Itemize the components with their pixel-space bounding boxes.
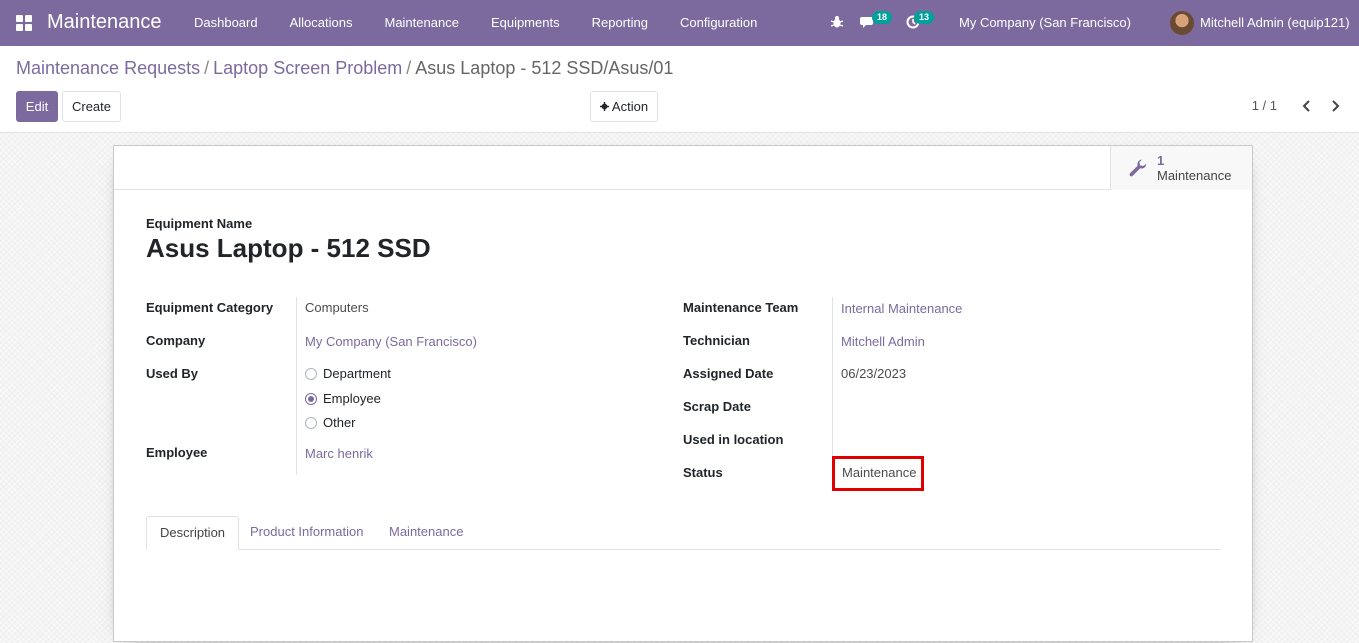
pager-next-icon[interactable]	[1325, 96, 1345, 116]
create-button[interactable]: Create	[62, 91, 121, 122]
maintenance-team-value[interactable]: Internal Maintenance	[841, 301, 962, 316]
equipment-category-label: Equipment Category	[146, 300, 274, 315]
user-menu[interactable]: Mitchell Admin (equip121)	[1200, 15, 1350, 30]
stat-value: 1	[1157, 153, 1165, 168]
breadcrumb-separator: /	[204, 58, 210, 78]
employee-label: Employee	[146, 445, 208, 460]
breadcrumb-current: Asus Laptop - 512 SSD/Asus/01	[415, 58, 674, 78]
gear-icon	[599, 99, 609, 114]
tab-maintenance[interactable]: Maintenance	[376, 516, 476, 550]
radio-label: Other	[323, 415, 356, 430]
breadcrumb-maintenance-requests[interactable]: Maintenance Requests	[16, 58, 200, 78]
app-name[interactable]: Maintenance	[47, 11, 162, 34]
messages-badge: 18	[872, 11, 893, 24]
radio-button[interactable]	[305, 367, 317, 380]
menu-item-reporting[interactable]: Reporting	[576, 0, 664, 46]
tab-product-information[interactable]: Product Information	[237, 516, 376, 550]
action-label: Action	[611, 99, 649, 114]
assigned-date-label: Assigned Date	[683, 366, 774, 381]
debug-icon[interactable]	[830, 15, 844, 29]
right-group-divider	[832, 297, 833, 472]
assigned-date-value: 06/23/2023	[841, 366, 907, 381]
button-box: 1 Maintenance	[114, 146, 1252, 190]
company-switcher[interactable]: My Company (San Francisco)	[959, 15, 1131, 30]
main-menu: Dashboard Allocations Maintenance Equipm…	[178, 0, 773, 46]
control-panel: Maintenance Requests / Laptop Screen Probl…	[0, 46, 1359, 133]
employee-value[interactable]: Marc henrik	[305, 446, 373, 461]
pager-previous-icon[interactable]	[1297, 96, 1317, 116]
menu-item-dashboard[interactable]: Dashboard	[178, 0, 274, 46]
used-by-label: Used By	[146, 366, 199, 381]
breadcrumb: Maintenance Requests / Laptop Screen Probl…	[16, 58, 673, 79]
equipment-category-value: Computers	[305, 300, 369, 315]
company-value[interactable]: My Company (San Francisco)	[305, 334, 477, 349]
breadcrumb-separator: /	[406, 58, 412, 78]
tab-description[interactable]: Description	[146, 516, 240, 550]
apps-menu-icon[interactable]	[16, 15, 32, 31]
menu-item-maintenance[interactable]: Maintenance	[368, 0, 474, 46]
company-label: Company	[146, 333, 206, 348]
edit-button[interactable]: Edit	[16, 91, 58, 122]
status-value: Maintenance	[842, 465, 917, 480]
used-by-employee-radio[interactable]: Employee	[305, 391, 381, 406]
maintenance-team-label: Maintenance Team	[683, 300, 799, 315]
action-button[interactable]: Action	[590, 91, 658, 122]
technician-label: Technician	[683, 333, 750, 348]
notebook-tabs: Description Product Information Maintena…	[146, 516, 1220, 550]
equipment-name: Asus Laptop - 512 SSD	[146, 233, 431, 263]
radio-label: Employee	[323, 391, 381, 406]
wrench-icon	[1127, 158, 1149, 180]
used-in-location-label: Used in location	[683, 432, 784, 447]
activities-badge: 13	[914, 11, 935, 24]
left-group-divider	[296, 297, 297, 475]
radio-button[interactable]	[305, 416, 317, 429]
scrap-date-label: Scrap Date	[683, 399, 751, 414]
used-by-department-radio[interactable]: Department	[305, 366, 391, 381]
breadcrumb-laptop-screen-problem[interactable]: Laptop Screen Problem	[213, 58, 402, 78]
maintenance-stat-button[interactable]: 1 Maintenance	[1110, 146, 1252, 190]
user-avatar[interactable]	[1170, 11, 1194, 35]
pager-value[interactable]: 1 / 1	[1252, 98, 1277, 113]
menu-item-allocations[interactable]: Allocations	[274, 0, 369, 46]
equipment-name-label: Equipment Name	[146, 216, 253, 231]
stat-label: Maintenance	[1157, 168, 1232, 183]
used-by-other-radio[interactable]: Other	[305, 415, 356, 430]
top-navbar: Maintenance Dashboard Allocations Mainte…	[0, 0, 1359, 46]
radio-button[interactable]	[305, 392, 317, 405]
status-label: Status	[683, 465, 723, 480]
form-sheet: 1 Maintenance Equipment Name Asus Laptop…	[113, 145, 1253, 642]
technician-value[interactable]: Mitchell Admin	[841, 334, 925, 349]
menu-item-equipments[interactable]: Equipments	[475, 0, 576, 46]
menu-item-configuration[interactable]: Configuration	[664, 0, 773, 46]
radio-label: Department	[323, 366, 391, 381]
